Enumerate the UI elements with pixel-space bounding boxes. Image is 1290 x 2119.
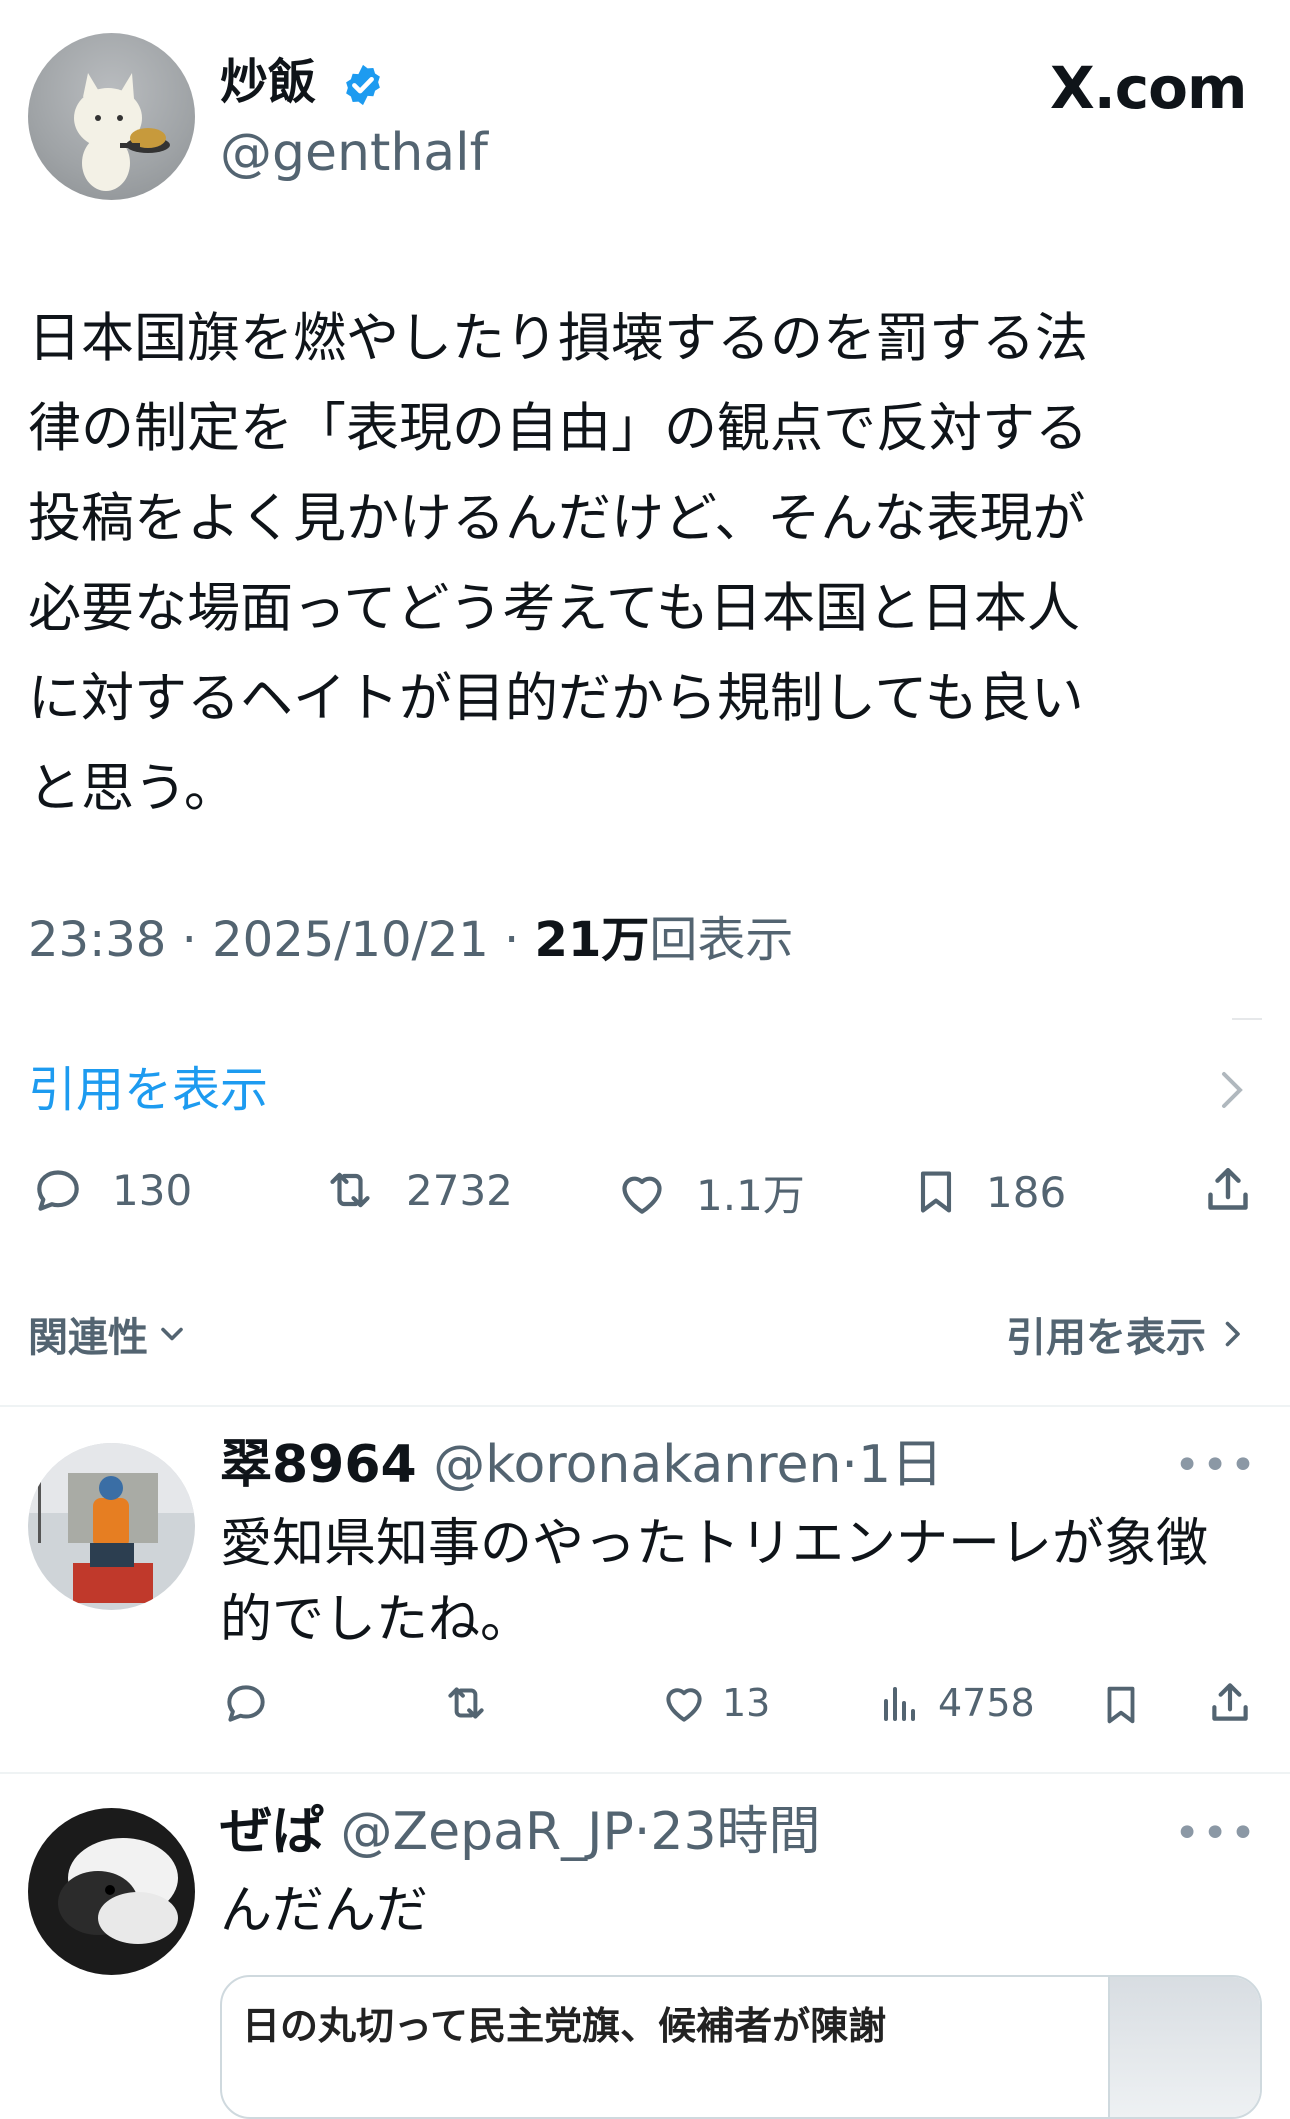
reply-avatar-photo: [28, 1443, 195, 1610]
like-count: 1.1万: [696, 1171, 805, 1220]
reply-display-name[interactable]: ぜぱ: [220, 1802, 324, 1862]
divider: [1232, 1018, 1262, 1020]
bookmark-count: 186: [986, 1167, 1067, 1217]
author-display-name[interactable]: 炒飯: [220, 50, 316, 114]
brand-logo: X.com: [1050, 54, 1247, 122]
repost-icon: [448, 1687, 484, 1719]
view-count-label: 回表示: [649, 912, 794, 968]
reply-share-button[interactable]: [1205, 1678, 1255, 1728]
reply-time: ·1日: [841, 1435, 944, 1495]
chevron-down-icon: [161, 1327, 183, 1341]
reply-icon: [37, 1170, 79, 1211]
chevron-right-icon[interactable]: [1218, 1068, 1246, 1112]
reply-button[interactable]: 130: [28, 1162, 192, 1218]
like-icon: [622, 1176, 662, 1214]
verified-badge-icon: [340, 62, 386, 108]
reply-like-count: 13: [722, 1681, 771, 1725]
chevron-right-icon: [1225, 1321, 1240, 1347]
post-text: 日本国旗を燃やしたり損壊するのを罰する法 律の制定を「表現の自由」の観点で反対す…: [28, 308, 1088, 819]
reply-header: 翠8964 @koronakanren·1日: [220, 1430, 943, 1500]
reply-display-name[interactable]: 翠8964: [220, 1435, 417, 1495]
reply-bookmark-button[interactable]: [1098, 1678, 1144, 1732]
reply-time: ·23時間: [633, 1802, 821, 1862]
reply-views-button[interactable]: 4758: [876, 1678, 1035, 1728]
share-icon: [1212, 1683, 1248, 1721]
share-icon: [1208, 1167, 1248, 1210]
reply-like-button[interactable]: 13: [658, 1678, 770, 1728]
reply-count: 130: [112, 1165, 193, 1215]
share-button[interactable]: [1200, 1162, 1256, 1218]
reply-handle[interactable]: @koronakanren: [433, 1435, 841, 1495]
reply-avatar-dog-photo: [28, 1808, 195, 1975]
bookmark-icon: [920, 1171, 952, 1213]
sort-relevance-dropdown[interactable]: 関連性: [28, 1305, 190, 1363]
bookmark-button[interactable]: 186: [910, 1162, 1066, 1222]
author-avatar[interactable]: [28, 33, 195, 200]
views-icon: [884, 1687, 915, 1721]
author-handle[interactable]: @genthalf: [220, 118, 488, 188]
view-quotes-button[interactable]: 引用を表示: [1006, 1305, 1250, 1363]
more-icon[interactable]: •••: [1174, 1440, 1258, 1491]
view-quotes-label: 引用を表示: [1006, 1315, 1206, 1361]
sort-label: 関連性: [28, 1315, 148, 1361]
like-icon: [666, 1688, 702, 1722]
like-button[interactable]: 1.1万: [612, 1162, 805, 1223]
more-icon[interactable]: •••: [1174, 1808, 1258, 1859]
link-preview-thumbnail: [1108, 1977, 1260, 2117]
reply-icon: [227, 1685, 265, 1722]
repost-button[interactable]: 2732: [318, 1162, 513, 1218]
repost-icon: [330, 1172, 370, 1208]
view-count: 21万: [534, 912, 650, 968]
reply-text: 愛知県知事のやったトリエンナーレが象徴 的でしたね。: [220, 1514, 1209, 1650]
reply-reply-button[interactable]: [220, 1678, 272, 1728]
post-time: 23:38: [28, 912, 167, 968]
reply-avatar[interactable]: [28, 1443, 195, 1610]
reply-repost-button[interactable]: [438, 1678, 494, 1728]
avatar-figure-image: [74, 73, 170, 191]
reply-header: ぜぱ @ZepaR_JP·23時間: [220, 1797, 821, 1867]
divider: [0, 1405, 1290, 1407]
divider: [0, 1772, 1290, 1774]
link-preview-card[interactable]: 日の丸切って民主党旗、候補者が陳謝: [220, 1975, 1262, 2119]
view-quotes-link[interactable]: 引用を表示: [28, 1055, 268, 1125]
bookmark-icon: [1107, 1686, 1135, 1724]
reply-handle[interactable]: @ZepaR_JP: [341, 1802, 634, 1862]
repost-count: 2732: [406, 1165, 513, 1215]
post-meta: 23:38 · 2025/10/21 · 21万回表示: [28, 912, 794, 968]
reply-text: んだんだ: [220, 1881, 429, 1941]
reply-avatar[interactable]: [28, 1808, 195, 1975]
reply-view-count: 4758: [938, 1681, 1035, 1725]
post-date: 2025/10/21: [212, 912, 489, 968]
link-preview-title: 日の丸切って民主党旗、候補者が陳謝: [242, 2003, 887, 2048]
